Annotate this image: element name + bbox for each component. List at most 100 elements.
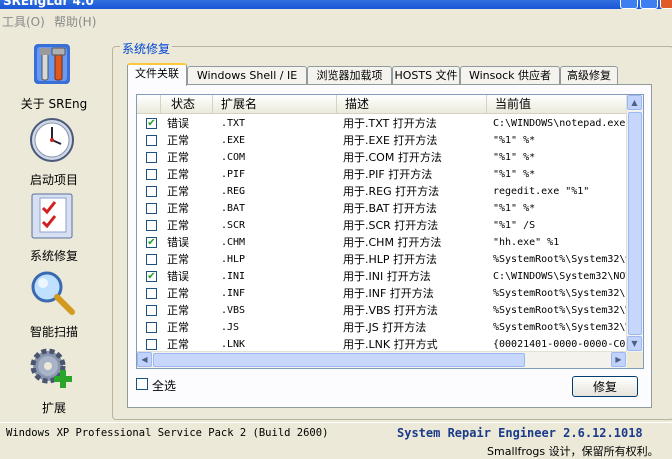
row-checkbox[interactable]	[146, 186, 157, 197]
cell-ext: .COM	[221, 152, 246, 163]
row-checkbox[interactable]: ✔	[146, 118, 157, 129]
table-row[interactable]: 正常 .INF 用于.INF 打开方法 %SystemRoot%\System32\n…	[137, 285, 627, 302]
table-row[interactable]: ✔ 错误 .INI 用于.INI 打开方法 C:\WINDOWS\System32\NO…	[137, 268, 627, 285]
horizontal-scrollbar[interactable]: ◀ ▶	[137, 351, 627, 368]
row-checkbox[interactable]	[146, 169, 157, 180]
sidebar-item-repair[interactable]: 系统修复	[8, 192, 92, 263]
row-checkbox[interactable]	[146, 254, 157, 265]
tab-windows-shell-ie[interactable]: Windows Shell / IE	[187, 66, 307, 84]
cell-desc: 用于.EXE 打开方法	[343, 134, 438, 147]
menu-tools[interactable]: 工具(O)	[2, 13, 45, 30]
row-checkbox[interactable]: ✔	[146, 237, 157, 248]
tab-browser-addons[interactable]: 浏览器加载项	[307, 66, 392, 84]
row-checkbox[interactable]	[146, 339, 157, 350]
row-checkbox[interactable]	[146, 152, 157, 163]
sidebar-item-extend[interactable]: 扩展	[8, 344, 92, 415]
cell-desc: 用于.VBS 打开方法	[343, 304, 438, 317]
cell-ext: .JS	[221, 322, 240, 333]
cell-status: 正常	[167, 287, 189, 300]
maximize-button[interactable]	[640, 0, 658, 9]
minimize-button[interactable]	[620, 0, 638, 9]
cell-status: 正常	[167, 134, 189, 147]
cell-status: 错误	[167, 117, 189, 130]
cell-status: 错误	[167, 270, 189, 283]
column-header-status[interactable]: 状态	[161, 95, 213, 113]
close-button[interactable]	[660, 0, 672, 9]
vertical-scroll-thumb[interactable]	[628, 112, 642, 335]
copyright-text: Smallfrogs 设计，保留所有权利。	[487, 445, 659, 458]
sidebar-item-about[interactable]: 关于 SREng	[8, 40, 92, 111]
cell-ext: .VBS	[221, 305, 246, 316]
cell-desc: 用于.JS 打开方法	[343, 321, 427, 334]
table-row[interactable]: 正常 .REG 用于.REG 打开方法 regedit.exe "%1"	[137, 183, 627, 200]
cell-status: 正常	[167, 321, 189, 334]
scrollbar-corner	[627, 352, 643, 368]
table-row[interactable]: 正常 .HLP 用于.HLP 打开方法 %SystemRoot%\System32\w…	[137, 251, 627, 268]
sidebar-item-startup[interactable]: 启动项目	[8, 116, 92, 187]
table-row[interactable]: 正常 .PIF 用于.PIF 打开方法 "%1" %*	[137, 166, 627, 183]
sidebar: 关于 SREng 启动项目 系统修复 智能扫描 扩展	[0, 36, 100, 416]
row-checkbox[interactable]	[146, 135, 157, 146]
os-version-text: Windows XP Professional Service Pack 2 (…	[6, 427, 329, 439]
repair-button[interactable]: 修复	[572, 376, 638, 397]
cell-ext: .INF	[221, 288, 246, 299]
tab-hosts-file[interactable]: HOSTS 文件	[392, 66, 460, 84]
scroll-down-button[interactable]: ▼	[627, 336, 642, 351]
column-header-description[interactable]: 描述	[337, 95, 487, 113]
sidebar-item-label: 关于 SREng	[20, 97, 88, 111]
list-header: 状态 扩展名 描述 当前值	[137, 95, 627, 114]
window-title: SREngLdr 4.0	[3, 0, 94, 8]
table-row[interactable]: 正常 .EXE 用于.EXE 打开方法 "%1" %*	[137, 132, 627, 149]
clock-icon	[30, 118, 74, 162]
row-checkbox[interactable]	[146, 220, 157, 231]
cell-value: "%1" %*	[493, 169, 536, 180]
cell-desc: 用于.INI 打开方法	[343, 270, 431, 283]
cell-status: 正常	[167, 219, 189, 232]
cell-status: 错误	[167, 236, 189, 249]
select-all-box[interactable]	[136, 378, 148, 390]
table-row[interactable]: 正常 .COM 用于.COM 打开方法 "%1" %*	[137, 149, 627, 166]
row-checkbox[interactable]	[146, 288, 157, 299]
table-row[interactable]: ✔ 错误 .TXT 用于.TXT 打开方法 C:\WINDOWS\notepad.exe	[137, 115, 627, 132]
file-association-list[interactable]: 状态 扩展名 描述 当前值 ✔ 错误 .TXT 用于.TXT 打开方法 C:\WINDO…	[136, 94, 644, 369]
table-row[interactable]: 正常 .JS 用于.JS 打开方法 %SystemRoot%\System32\WSc…	[137, 319, 627, 336]
sidebar-item-label: 智能扫描	[29, 325, 78, 339]
tab-winsock-providers[interactable]: Winsock 供应者	[460, 66, 560, 84]
cell-value: "%1" %*	[493, 135, 536, 146]
cell-ext: .INI	[221, 271, 246, 282]
gear-plus-icon	[30, 348, 72, 388]
tab-advanced-repair[interactable]: 高级修复	[560, 66, 618, 84]
sidebar-item-label: 扩展	[41, 401, 66, 415]
cell-desc: 用于.PIF 打开方法	[343, 168, 433, 181]
sidebar-item-scan[interactable]: 智能扫描	[8, 268, 92, 339]
column-header-current-value[interactable]: 当前值	[487, 95, 627, 113]
column-header-extension[interactable]: 扩展名	[213, 95, 337, 113]
vertical-scrollbar[interactable]: ▲ ▼	[626, 95, 643, 352]
tab-file-association[interactable]: 文件关联	[127, 63, 187, 86]
column-header-checkbox[interactable]	[137, 95, 161, 113]
menu-help[interactable]: 帮助(H)	[54, 13, 96, 30]
table-row[interactable]: 正常 .SCR 用于.SCR 打开方法 "%1" /S	[137, 217, 627, 234]
cell-status: 正常	[167, 151, 189, 164]
cell-value: C:\WINDOWS\notepad.exe	[493, 118, 626, 129]
cell-value: regedit.exe "%1"	[493, 186, 590, 197]
status-bar: Windows XP Professional Service Pack 2 (…	[0, 422, 672, 458]
menu-bar: 工具(O) 帮助(H)	[0, 10, 672, 30]
table-row[interactable]: 正常 .VBS 用于.VBS 打开方法 %SystemRoot%\System32\W…	[137, 302, 627, 319]
scroll-right-button[interactable]: ▶	[611, 352, 626, 367]
cell-value: C:\WINDOWS\System32\NOTEPAD.EXE	[493, 271, 627, 282]
table-row[interactable]: ✔ 错误 .CHM 用于.CHM 打开方法 "hh.exe" %1	[137, 234, 627, 251]
scroll-left-button[interactable]: ◀	[137, 352, 152, 367]
magnifier-icon	[31, 271, 75, 315]
scroll-up-button[interactable]: ▲	[627, 95, 642, 110]
row-checkbox[interactable]: ✔	[146, 271, 157, 282]
cell-desc: 用于.INF 打开方法	[343, 287, 434, 300]
cell-status: 正常	[167, 168, 189, 181]
table-row[interactable]: 正常 .BAT 用于.BAT 打开方法 "%1" %*	[137, 200, 627, 217]
cell-value: %SystemRoot%\System32\notepad.exe	[493, 288, 627, 299]
row-checkbox[interactable]	[146, 322, 157, 333]
row-checkbox[interactable]	[146, 203, 157, 214]
row-checkbox[interactable]	[146, 305, 157, 316]
cell-desc: 用于.REG 打开方法	[343, 185, 440, 198]
horizontal-scroll-thumb[interactable]	[153, 353, 525, 367]
